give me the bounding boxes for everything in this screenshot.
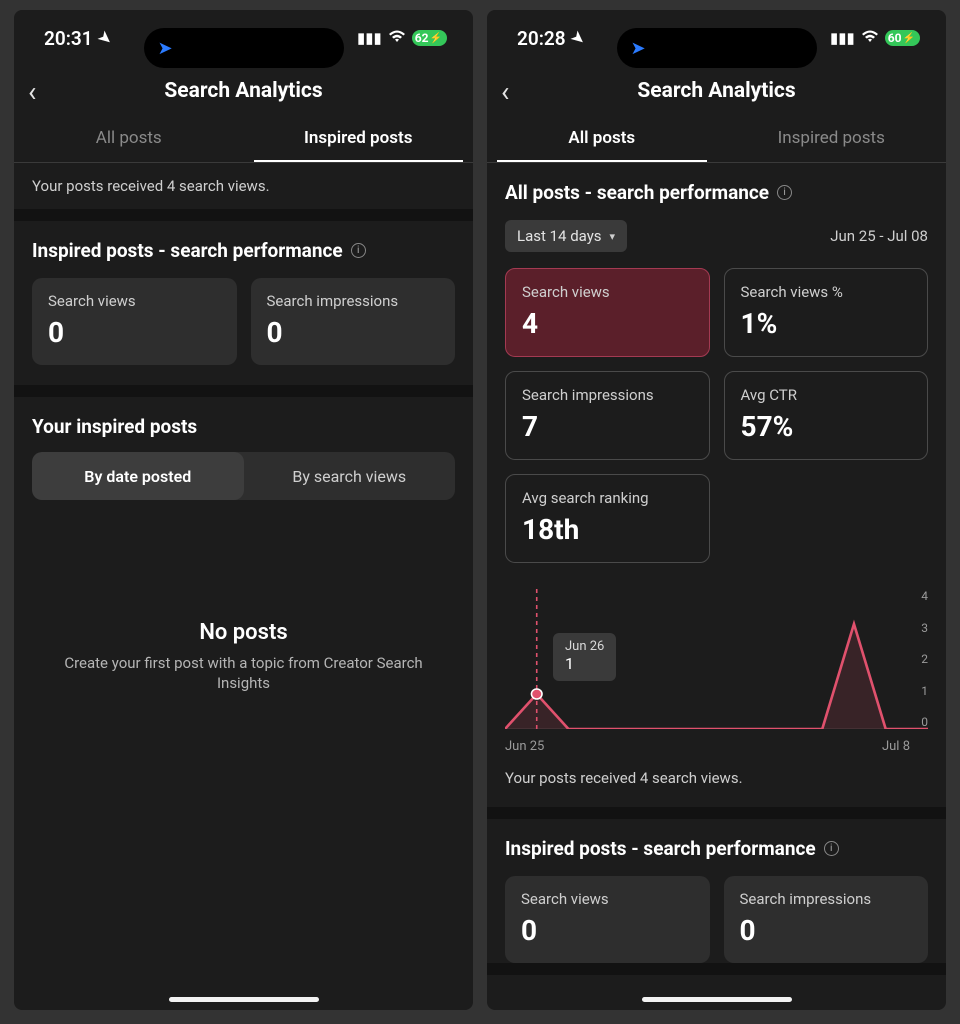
cellular-icon: ▮▮▮	[357, 29, 382, 47]
tab-all-posts[interactable]: All posts	[487, 116, 717, 162]
status-time: 20:31	[44, 27, 93, 50]
metric-value: 0	[740, 914, 913, 947]
metric-label: Avg search ranking	[522, 489, 693, 507]
location-icon: ➤	[94, 27, 115, 49]
tabs: All posts Inspired posts	[487, 116, 946, 163]
summary-caption: Your posts received 4 search views.	[505, 759, 928, 787]
metric-search-views[interactable]: Search views 0	[32, 278, 237, 365]
inspired-performance-section: Inspired posts - search performance i Se…	[14, 221, 473, 397]
section-title: Inspired posts - search performance	[505, 837, 816, 860]
nav-app-icon: ➤	[631, 38, 646, 59]
metric-search-views-pct[interactable]: Search views % 1%	[724, 268, 929, 357]
x-axis-labels: Jun 25 Jul 8	[505, 739, 928, 754]
location-icon: ➤	[567, 27, 588, 49]
metric-search-views[interactable]: Search views 0	[505, 876, 710, 963]
tooltip-value: 1	[565, 654, 604, 673]
metric-avg-ctr[interactable]: Avg CTR 57%	[724, 371, 929, 460]
metric-value: 4	[522, 307, 693, 340]
all-posts-performance-section: All posts - search performance i Last 14…	[487, 163, 946, 819]
page-title: Search Analytics	[487, 79, 946, 103]
empty-subtitle: Create your first post with a topic from…	[62, 653, 425, 694]
wifi-icon	[861, 29, 879, 47]
status-bar: 20:31 ➤ ➤ ▮▮▮ 62⚡	[14, 10, 473, 66]
metric-value: 1%	[741, 307, 912, 340]
empty-state: No posts Create your first post with a t…	[32, 500, 455, 694]
metric-value: 0	[267, 316, 440, 349]
tab-all-posts[interactable]: All posts	[14, 116, 244, 162]
chevron-down-icon: ▾	[610, 230, 616, 243]
metric-value: 57%	[741, 410, 912, 443]
chart-tooltip: Jun 26 1	[553, 633, 616, 681]
metric-label: Search views	[521, 890, 694, 908]
home-indicator[interactable]	[642, 997, 792, 1002]
section-title: Inspired posts - search performance	[32, 239, 343, 262]
metric-label: Search impressions	[522, 386, 693, 404]
section-title: Your inspired posts	[32, 415, 197, 438]
metric-label: Search impressions	[740, 890, 913, 908]
metric-value: 18th	[522, 513, 693, 546]
metric-search-views[interactable]: Search views 4	[505, 268, 710, 357]
wifi-icon	[388, 29, 406, 47]
metric-label: Search impressions	[267, 292, 440, 310]
section-title: All posts - search performance	[505, 181, 769, 204]
nav-app-icon: ➤	[158, 38, 173, 59]
home-indicator[interactable]	[169, 997, 319, 1002]
metric-value: 0	[48, 316, 221, 349]
cellular-icon: ▮▮▮	[830, 29, 855, 47]
back-button[interactable]: ‹	[28, 75, 36, 108]
metric-value: 7	[522, 410, 693, 443]
metric-search-impressions[interactable]: Search impressions 7	[505, 371, 710, 460]
dynamic-island: ➤	[144, 28, 344, 68]
back-button[interactable]: ‹	[501, 75, 509, 108]
sort-segmented-control: By date posted By search views	[32, 452, 455, 500]
empty-title: No posts	[62, 620, 425, 645]
info-icon[interactable]: i	[824, 841, 839, 856]
screen-inspired-posts: 20:31 ➤ ➤ ▮▮▮ 62⚡ ‹ Search Analytics All…	[14, 10, 473, 1010]
metric-label: Avg CTR	[741, 386, 912, 404]
status-bar: 20:28 ➤ ➤ ▮▮▮ 60⚡	[487, 10, 946, 66]
metric-label: Search views	[48, 292, 221, 310]
battery-indicator: 60⚡	[885, 30, 920, 46]
dynamic-island: ➤	[617, 28, 817, 68]
info-icon[interactable]: i	[351, 243, 366, 258]
tabs: All posts Inspired posts	[14, 116, 473, 163]
inspired-performance-section: Inspired posts - search performance i Se…	[487, 819, 946, 975]
screen-all-posts: 20:28 ➤ ➤ ▮▮▮ 60⚡ ‹ Search Analytics All…	[487, 10, 946, 1010]
page-title: Search Analytics	[14, 79, 473, 103]
navbar: ‹ Search Analytics	[14, 66, 473, 116]
metric-avg-search-ranking[interactable]: Avg search ranking 18th	[505, 474, 710, 563]
metric-label: Search views %	[741, 283, 912, 301]
tab-inspired-posts[interactable]: Inspired posts	[717, 116, 947, 162]
sort-by-date[interactable]: By date posted	[32, 452, 244, 500]
sort-by-search-views[interactable]: By search views	[244, 452, 456, 500]
status-time: 20:28	[517, 27, 566, 50]
info-icon[interactable]: i	[777, 185, 792, 200]
battery-indicator: 62⚡	[412, 30, 447, 46]
metric-search-impressions[interactable]: Search impressions 0	[724, 876, 929, 963]
date-range-dropdown[interactable]: Last 14 days ▾	[505, 220, 627, 252]
metric-search-impressions[interactable]: Search impressions 0	[251, 278, 456, 365]
search-views-chart[interactable]: 4 3 2 1 0 Jun 26 1	[505, 589, 928, 759]
y-axis-ticks: 4 3 2 1 0	[921, 589, 928, 729]
dropdown-label: Last 14 days	[517, 227, 602, 245]
metric-value: 0	[521, 914, 694, 947]
tab-inspired-posts[interactable]: Inspired posts	[244, 116, 474, 162]
navbar: ‹ Search Analytics	[487, 66, 946, 116]
summary-caption: Your posts received 4 search views.	[14, 163, 473, 221]
tooltip-date: Jun 26	[565, 639, 604, 654]
metric-label: Search views	[522, 283, 693, 301]
date-range-text: Jun 25 - Jul 08	[830, 227, 928, 245]
your-inspired-posts-section: Your inspired posts By date posted By se…	[14, 397, 473, 694]
